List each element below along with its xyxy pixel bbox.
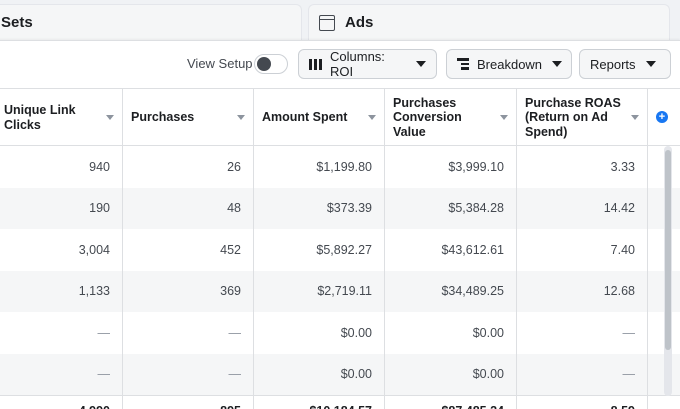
tab-ads-label: Ads xyxy=(345,14,374,31)
column-header-label: Purchase ROAS (Return on Ad Spend) xyxy=(525,95,621,139)
table-row[interactable]: 940 26 $1,199.80 $3,999.10 3.33 xyxy=(0,146,680,188)
table-cell: $0.00 xyxy=(254,353,385,395)
columns-button-label: Columns: ROI xyxy=(330,49,385,79)
table-cell: $1,199.80 xyxy=(254,146,385,188)
table-cell: — xyxy=(517,353,648,395)
view-setup-toggle[interactable] xyxy=(254,54,288,74)
total-cell: $87,485.24 xyxy=(385,396,517,409)
totals-row: 4,990 895 $10,184.57 $87,485.24 8.59 xyxy=(0,395,680,409)
column-header-unique-link-clicks[interactable]: Unique Link Clicks xyxy=(0,89,123,146)
column-header-label: Purchases Conversion Value xyxy=(393,95,462,139)
sort-caret-icon[interactable] xyxy=(500,115,508,120)
table-cell: 3.33 xyxy=(517,146,648,188)
table-cell: 1,133 xyxy=(0,270,123,312)
table-cell: 190 xyxy=(0,187,123,229)
tab-ad-sets[interactable]: Sets xyxy=(0,4,302,40)
total-cell: 4,990 xyxy=(0,396,123,409)
table-cell: 14.42 xyxy=(517,187,648,229)
table-row[interactable]: 1,133 369 $2,719.11 $34,489.25 12.68 xyxy=(0,270,680,312)
table-row[interactable]: 3,004 452 $5,892.27 $43,612.61 7.40 xyxy=(0,229,680,271)
table-cell: — xyxy=(0,353,123,395)
reports-button-label: Reports xyxy=(590,56,636,72)
reporting-panel: View Setup Columns: ROI Breakdown Report… xyxy=(0,40,680,409)
table-cell: — xyxy=(123,353,254,395)
view-setup-label: View Setup xyxy=(187,56,253,71)
table-cell: 48 xyxy=(123,187,254,229)
column-header-purchases-conversion-value[interactable]: Purchases Conversion Value xyxy=(385,89,517,146)
table-row[interactable]: — — $0.00 $0.00 — xyxy=(0,312,680,354)
tab-ads[interactable]: Ads xyxy=(308,4,670,40)
table-cell: $0.00 xyxy=(254,312,385,354)
columns-icon xyxy=(309,58,322,70)
ads-window-icon xyxy=(319,14,335,31)
table-cell: $0.00 xyxy=(385,312,517,354)
scrollbar-thumb[interactable] xyxy=(665,150,671,350)
toolbar: View Setup Columns: ROI Breakdown Report… xyxy=(0,49,680,79)
table-cell: — xyxy=(0,312,123,354)
caret-down-icon xyxy=(416,61,426,67)
column-header-label: Purchases xyxy=(131,110,195,125)
sort-caret-icon[interactable] xyxy=(237,115,245,120)
table-cell: $2,719.11 xyxy=(254,270,385,312)
table-cell: 12.68 xyxy=(517,270,648,312)
table-header: Unique Link Clicks Purchases Amount Spen… xyxy=(0,88,680,146)
results-table: Unique Link Clicks Purchases Amount Spen… xyxy=(0,88,680,409)
total-cell: 8.59 xyxy=(517,396,648,409)
reports-button[interactable]: Reports xyxy=(579,49,671,79)
column-header-purchases[interactable]: Purchases xyxy=(123,89,254,146)
column-header-label: Unique Link Clicks xyxy=(4,103,76,132)
table-cell: 7.40 xyxy=(517,229,648,271)
caret-down-icon xyxy=(645,61,656,67)
table-cell: $43,612.61 xyxy=(385,229,517,271)
table-cell: $34,489.25 xyxy=(385,270,517,312)
table-cell: — xyxy=(517,312,648,354)
breakdown-button[interactable]: Breakdown xyxy=(446,49,572,79)
breakdown-icon xyxy=(457,58,469,70)
table-cell: 940 xyxy=(0,146,123,188)
table-cell: $5,384.28 xyxy=(385,187,517,229)
table-cell: 3,004 xyxy=(0,229,123,271)
tab-ad-sets-label: Sets xyxy=(1,14,33,31)
sort-caret-icon[interactable] xyxy=(631,115,639,120)
vertical-scrollbar[interactable] xyxy=(664,146,672,396)
table-cell: $373.39 xyxy=(254,187,385,229)
breakdown-button-label: Breakdown xyxy=(477,56,543,72)
column-header-purchase-roas[interactable]: Purchase ROAS (Return on Ad Spend) xyxy=(517,89,648,146)
columns-button[interactable]: Columns: ROI xyxy=(298,49,437,79)
table-row[interactable]: — — $0.00 $0.00 — xyxy=(0,353,680,395)
table-cell: $3,999.10 xyxy=(385,146,517,188)
total-cell: $10,184.57 xyxy=(254,396,385,409)
table-cell: 369 xyxy=(123,270,254,312)
table-cell: $5,892.27 xyxy=(254,229,385,271)
table-cell: 26 xyxy=(123,146,254,188)
caret-down-icon xyxy=(552,61,563,67)
table-cell: 452 xyxy=(123,229,254,271)
table-row[interactable]: 190 48 $373.39 $5,384.28 14.42 xyxy=(0,187,680,229)
table-cell: $0.00 xyxy=(385,353,517,395)
add-column-icon[interactable]: + xyxy=(656,111,668,123)
sort-caret-icon[interactable] xyxy=(106,115,114,120)
column-header-amount-spent[interactable]: Amount Spent xyxy=(254,89,385,146)
toggle-knob xyxy=(257,57,271,71)
sort-caret-icon[interactable] xyxy=(368,115,376,120)
total-cell: 895 xyxy=(123,396,254,409)
table-cell: — xyxy=(123,312,254,354)
column-header-label: Amount Spent xyxy=(262,110,348,125)
